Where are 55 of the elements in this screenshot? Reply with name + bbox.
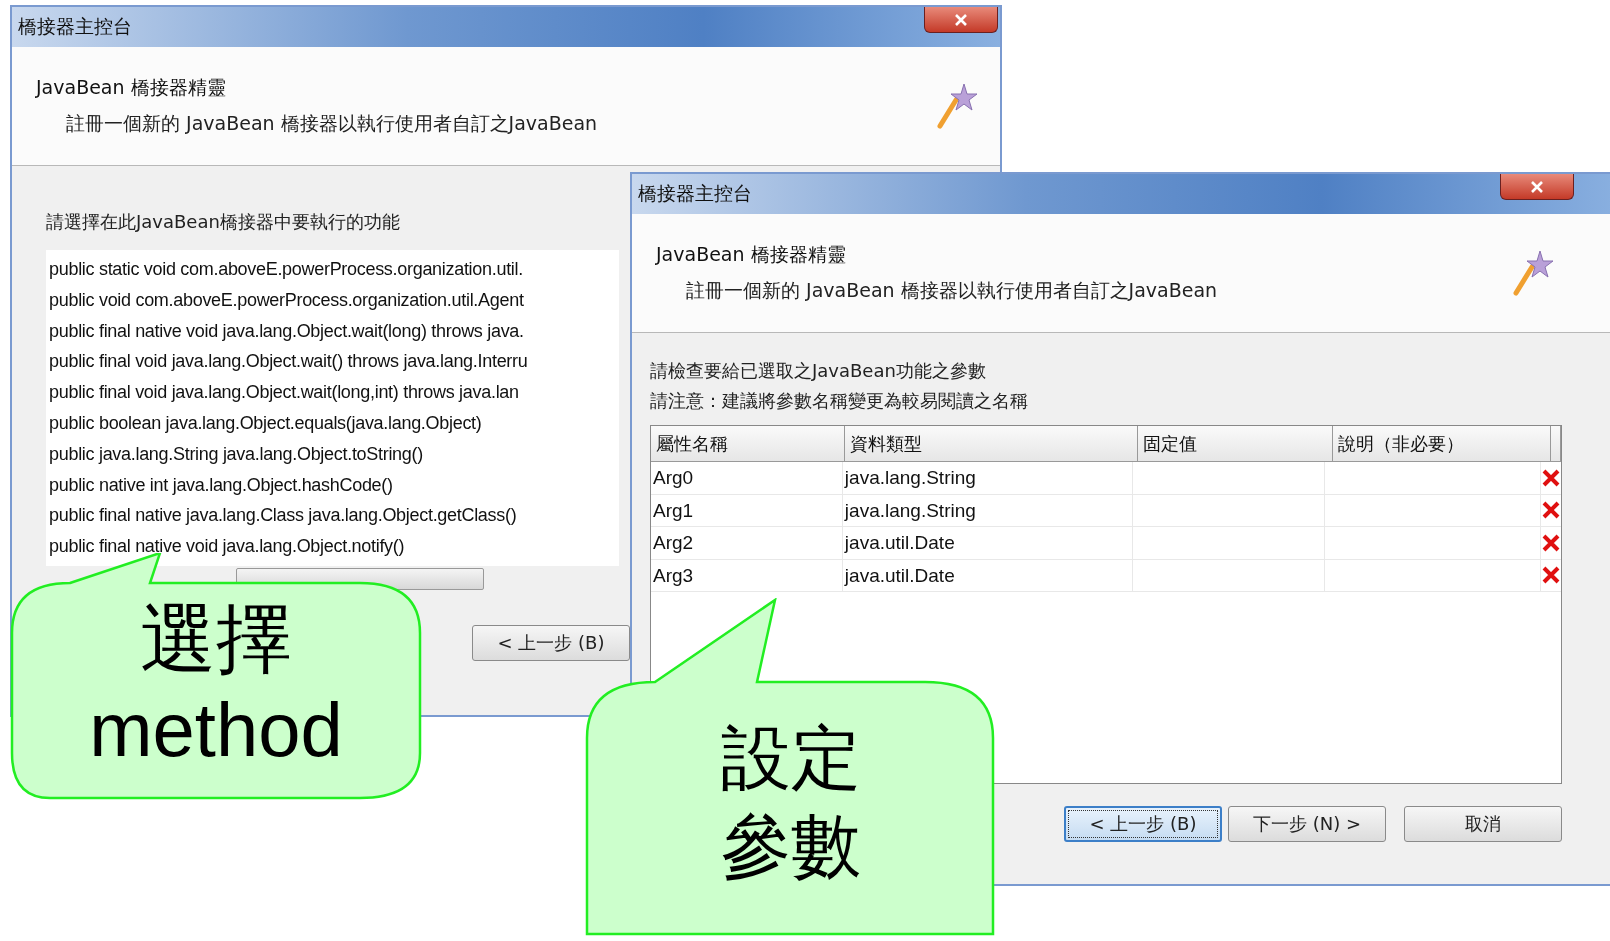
magic-wand-icon — [936, 82, 978, 130]
table-cell[interactable]: java.util.Date — [842, 559, 1133, 592]
instruction-text: 請注意：建議將參數名稱變更為較易閱讀之名稱 — [650, 389, 1029, 413]
table-cell[interactable]: Arg1 — [651, 494, 843, 527]
wizard-title: JavaBean 橋接器精靈 — [656, 242, 847, 267]
window-title: 橋接器主控台 — [638, 181, 752, 206]
method-item[interactable]: public final void java.lang.Object.wait() throws java.lang.Interru — [49, 346, 619, 378]
table-cell[interactable] — [1132, 462, 1326, 495]
method-item[interactable]: public boolean java.lang.Object.equals(java.lang.Object) — [49, 408, 619, 439]
method-item[interactable]: public final void java.lang.Object.wait(long,int) throws java.lan — [49, 377, 619, 408]
wizard-button[interactable]: 下一步 (N) > — [1228, 806, 1386, 842]
delete-icon[interactable] — [1541, 500, 1561, 521]
wizard-subtitle: 註冊一個新的 JavaBean 橋接器以執行使用者自訂之JavaBean — [685, 278, 1218, 303]
instruction-text: 請選擇在此JavaBean橋接器中要執行的功能 — [46, 210, 401, 234]
column-header: 說明（非必要） — [1333, 426, 1551, 462]
table-cell[interactable]: java.util.Date — [842, 527, 1133, 560]
wizard-button[interactable]: < 上一步 (B) — [1064, 806, 1222, 842]
table-header-corner — [1551, 426, 1561, 462]
delete-icon[interactable] — [1541, 532, 1561, 553]
callout-text: method — [89, 686, 343, 775]
instruction-text: 請檢查要給已選取之JavaBean功能之參數 — [650, 359, 987, 383]
method-item[interactable]: public native int java.lang.Object.hashCode() — [49, 469, 619, 501]
table-cell[interactable]: java.lang.String — [842, 494, 1133, 527]
wizard-button[interactable]: 取消 — [1404, 806, 1562, 842]
method-item[interactable]: public final native void java.lang.Object.notify() — [49, 531, 619, 562]
method-item[interactable]: public java.lang.String java.lang.Object.toString() — [49, 438, 619, 470]
column-header: 固定值 — [1138, 426, 1333, 462]
table-cell[interactable]: java.lang.String — [842, 462, 1133, 495]
delete-icon[interactable] — [1541, 565, 1561, 586]
table-cell[interactable]: Arg0 — [651, 462, 843, 495]
table-cell[interactable] — [1325, 527, 1541, 560]
table-cell[interactable] — [1325, 494, 1541, 527]
callout-text: 參數 — [721, 804, 861, 888]
callout-text: 選擇 — [140, 593, 292, 685]
close-icon — [1530, 180, 1544, 193]
table-cell[interactable]: Arg3 — [651, 559, 843, 592]
close-icon — [954, 13, 968, 26]
wizard-title: JavaBean 橋接器精靈 — [36, 75, 227, 100]
column-header: 屬性名稱 — [651, 426, 845, 462]
method-item[interactable]: public final native void java.lang.Object.wait(long) throws java. — [49, 315, 619, 347]
window-title: 橋接器主控台 — [18, 14, 132, 39]
magic-wand-icon — [1512, 249, 1554, 297]
column-header: 資料類型 — [845, 426, 1138, 462]
table-cell[interactable] — [1325, 559, 1541, 592]
close-button[interactable] — [924, 7, 998, 33]
method-item[interactable]: public void com.aboveE.powerProcess.organization.util.Agent — [49, 284, 619, 316]
method-item[interactable]: public final native java.lang.Class java.lang.Object.getClass() — [49, 500, 619, 532]
delete-icon[interactable] — [1541, 467, 1561, 488]
close-button[interactable] — [1500, 174, 1574, 200]
wizard-subtitle: 註冊一個新的 JavaBean 橋接器以執行使用者自訂之JavaBean — [65, 111, 598, 136]
callout-text: 設定 — [721, 716, 861, 800]
table-cell[interactable]: Arg2 — [651, 527, 843, 560]
wizard-button[interactable]: < 上一步 (B) — [472, 625, 630, 661]
method-item[interactable]: public static void com.aboveE.powerProcess.organization.util. — [49, 254, 619, 285]
table-cell[interactable] — [1325, 462, 1541, 495]
